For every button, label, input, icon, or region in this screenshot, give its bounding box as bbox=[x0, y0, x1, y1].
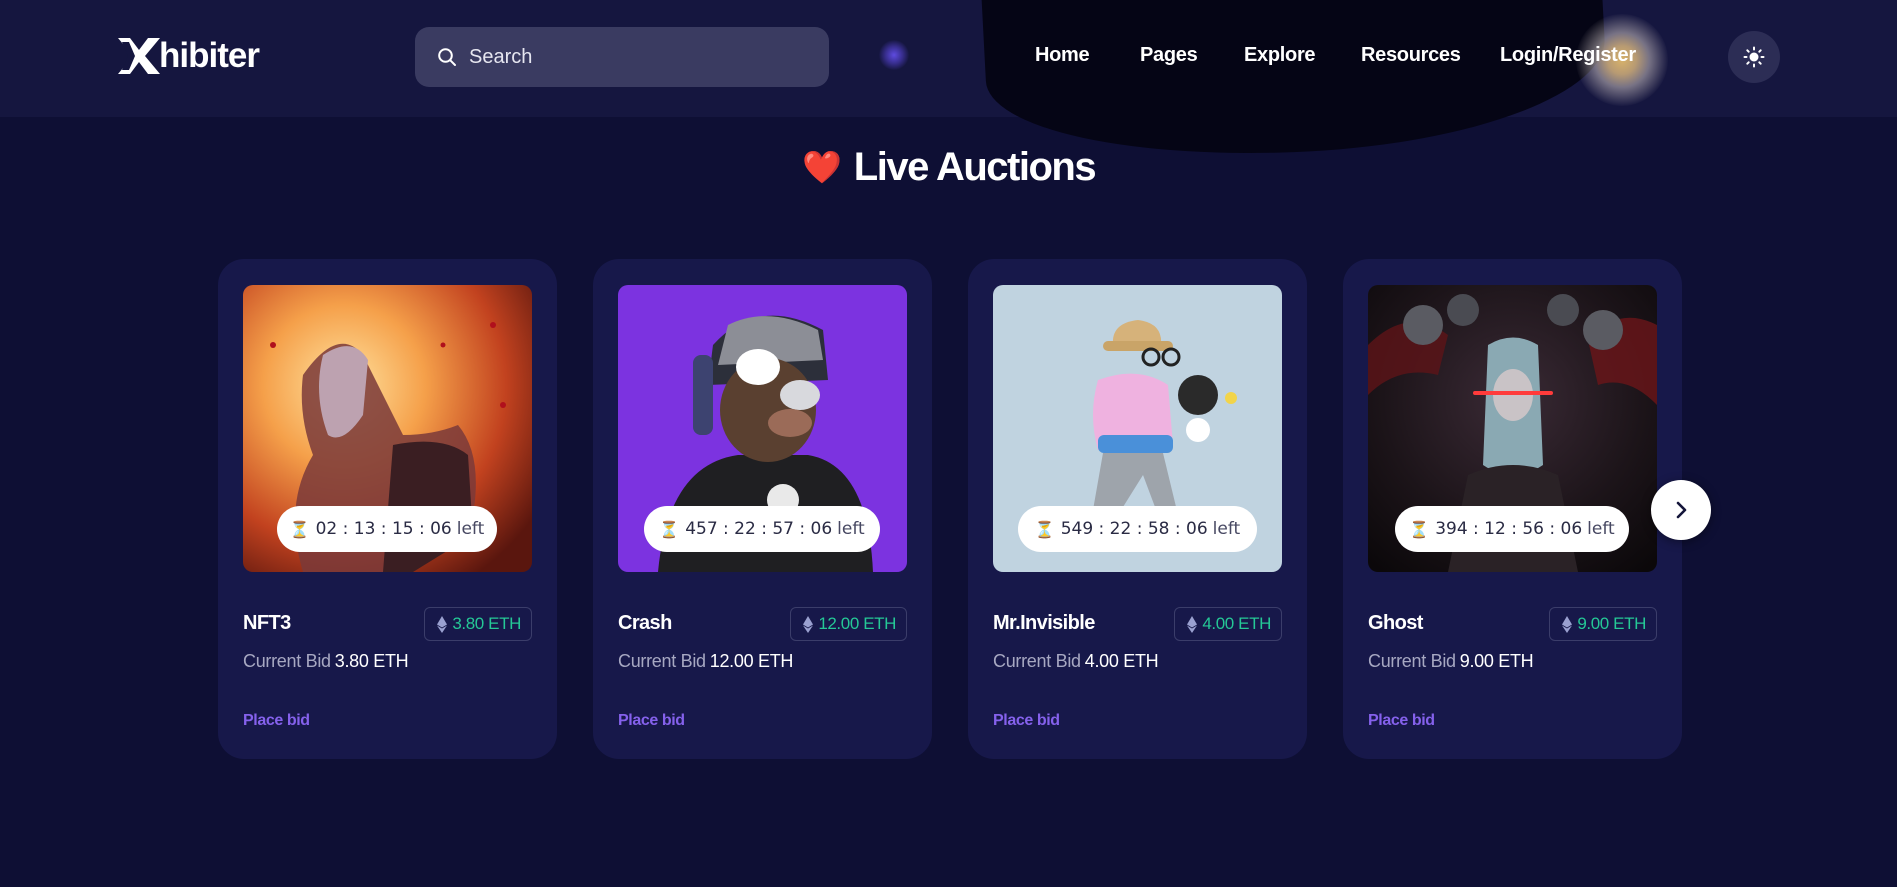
current-bid-label: Current Bid bbox=[1368, 651, 1456, 671]
place-bid-button[interactable]: Place bid bbox=[1368, 712, 1435, 730]
page: hibiter Home Pages Explore Resources Log… bbox=[0, 0, 1897, 887]
card-title: Mr.Invisible bbox=[993, 612, 1095, 634]
ethereum-icon bbox=[437, 615, 448, 633]
current-bid: Current Bid 9.00 ETH bbox=[1368, 651, 1534, 672]
nav-login-register[interactable]: Login/Register bbox=[1500, 44, 1636, 67]
place-bid-button[interactable]: Place bid bbox=[993, 712, 1060, 730]
countdown-suffix: left bbox=[456, 519, 485, 539]
current-bid-label: Current Bid bbox=[993, 651, 1081, 671]
current-bid-label: Current Bid bbox=[618, 651, 706, 671]
card-title: NFT3 bbox=[243, 612, 291, 634]
card-title: Ghost bbox=[1368, 612, 1423, 634]
countdown-value: 02 : 13 : 15 : 06 bbox=[315, 519, 452, 539]
current-bid-label: Current Bid bbox=[243, 651, 331, 671]
countdown-timer: ⏳ 02 : 13 : 15 : 06 left bbox=[277, 506, 497, 552]
current-bid-amount: 4.00 ETH bbox=[1084, 651, 1159, 671]
place-bid-button[interactable]: Place bid bbox=[243, 712, 310, 730]
hourglass-icon: ⏳ bbox=[1034, 519, 1055, 539]
search-input[interactable] bbox=[469, 45, 809, 69]
countdown-suffix: left bbox=[1587, 519, 1615, 539]
price-badge: 3.80 ETH bbox=[424, 607, 532, 641]
ethereum-icon bbox=[1562, 615, 1573, 633]
sun-icon bbox=[1743, 46, 1765, 68]
section-title: Live Auctions bbox=[853, 145, 1097, 189]
hourglass-icon: ⏳ bbox=[1409, 519, 1430, 539]
current-bid-amount: 3.80 ETH bbox=[334, 651, 409, 671]
card-title: Crash bbox=[618, 612, 672, 634]
theme-toggle-button[interactable] bbox=[1728, 31, 1780, 83]
current-bid-amount: 12.00 ETH bbox=[709, 651, 794, 671]
countdown-suffix: left bbox=[1212, 519, 1241, 539]
hourglass-icon: ⏳ bbox=[659, 519, 680, 539]
search-icon bbox=[438, 48, 456, 66]
ethereum-icon bbox=[803, 615, 814, 633]
chevron-right-icon bbox=[1676, 501, 1687, 519]
price-badge: 9.00 ETH bbox=[1549, 607, 1657, 641]
nav-explore[interactable]: Explore bbox=[1244, 44, 1316, 67]
countdown-timer: ⏳ 394 : 12 : 56 : 06 left bbox=[1395, 506, 1629, 552]
nav-resources[interactable]: Resources bbox=[1361, 44, 1461, 67]
header-decor-dot bbox=[879, 40, 909, 70]
current-bid: Current Bid 12.00 ETH bbox=[618, 651, 793, 672]
carousel-next-button[interactable] bbox=[1651, 480, 1711, 540]
countdown-value: 457 : 22 : 57 : 06 bbox=[685, 519, 833, 539]
nav-home[interactable]: Home bbox=[1035, 44, 1090, 67]
heart-icon: ❤️ bbox=[801, 149, 842, 185]
logo[interactable]: hibiter bbox=[118, 36, 260, 76]
logo-text: hibiter bbox=[159, 36, 260, 75]
current-bid: Current Bid 4.00 ETH bbox=[993, 651, 1159, 672]
countdown-timer: ⏳ 549 : 22 : 58 : 06 left bbox=[1018, 506, 1257, 552]
search-bar[interactable] bbox=[415, 27, 829, 87]
price-value: 3.80 ETH bbox=[452, 614, 521, 633]
header: hibiter Home Pages Explore Resources Log… bbox=[0, 0, 1897, 169]
price-value: 12.00 ETH bbox=[818, 614, 896, 633]
price-badge: 12.00 ETH bbox=[790, 607, 907, 641]
price-value: 9.00 ETH bbox=[1577, 614, 1646, 633]
price-value: 4.00 ETH bbox=[1202, 614, 1271, 633]
countdown-value: 394 : 12 : 56 : 06 bbox=[1435, 519, 1583, 539]
current-bid-amount: 9.00 ETH bbox=[1459, 651, 1534, 671]
countdown-timer: ⏳ 457 : 22 : 57 : 06 left bbox=[644, 506, 880, 552]
nav-pages[interactable]: Pages bbox=[1140, 44, 1198, 67]
place-bid-button[interactable]: Place bid bbox=[618, 712, 685, 730]
ethereum-icon bbox=[1187, 615, 1198, 633]
current-bid: Current Bid 3.80 ETH bbox=[243, 651, 409, 672]
hourglass-icon: ⏳ bbox=[289, 519, 310, 539]
section-header: ❤️ Live Auctions bbox=[0, 142, 1897, 192]
logo-x-icon bbox=[118, 38, 160, 74]
countdown-value: 549 : 22 : 58 : 06 bbox=[1060, 519, 1208, 539]
price-badge: 4.00 ETH bbox=[1174, 607, 1282, 641]
countdown-suffix: left bbox=[837, 519, 865, 539]
